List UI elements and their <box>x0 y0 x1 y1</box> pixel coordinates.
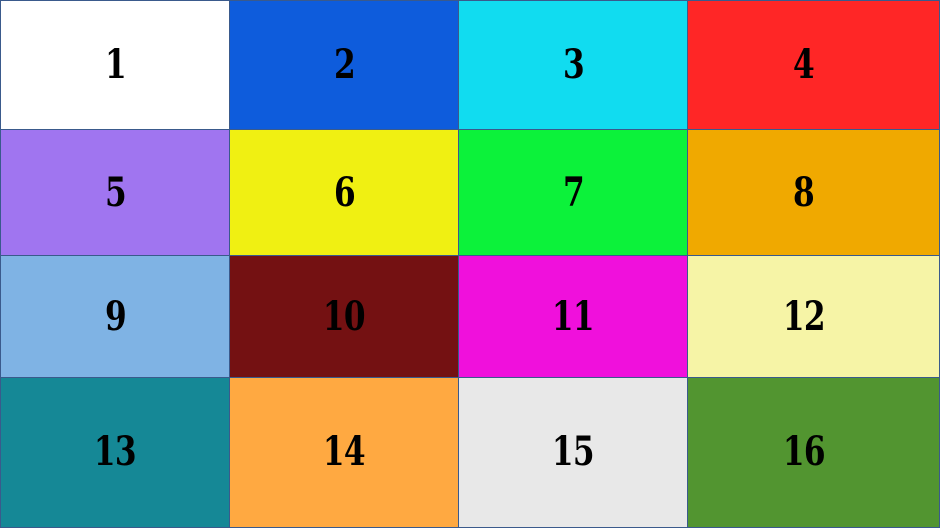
tile-8[interactable]: 8 <box>687 129 940 256</box>
tile-10-number: 10 <box>323 293 366 340</box>
tile-9-number: 9 <box>104 293 127 340</box>
tile-grid: 1 2 3 4 5 6 7 8 9 10 11 12 13 14 15 16 <box>0 0 940 528</box>
tile-5[interactable]: 5 <box>0 129 230 256</box>
tile-9[interactable]: 9 <box>0 255 230 378</box>
tile-8-number: 8 <box>793 169 815 216</box>
tile-7[interactable]: 7 <box>458 129 688 256</box>
tile-6-number: 6 <box>333 169 356 216</box>
tile-3-number: 3 <box>562 40 585 88</box>
tile-11[interactable]: 11 <box>458 255 688 378</box>
tile-1[interactable]: 1 <box>0 0 230 130</box>
tile-11-number: 11 <box>552 293 595 340</box>
tile-12-number: 12 <box>782 293 826 340</box>
tile-15-number: 15 <box>552 428 595 475</box>
tile-13[interactable]: 13 <box>0 377 230 528</box>
tile-2-number: 2 <box>333 40 356 88</box>
tile-3[interactable]: 3 <box>458 0 688 130</box>
tile-5-number: 5 <box>104 169 127 216</box>
tile-7-number: 7 <box>562 169 585 216</box>
tile-2[interactable]: 2 <box>229 0 459 130</box>
tile-13-number: 13 <box>94 428 137 475</box>
tile-16[interactable]: 16 <box>687 377 940 528</box>
tile-14-number: 14 <box>323 428 366 475</box>
tile-6[interactable]: 6 <box>229 129 459 256</box>
tile-14[interactable]: 14 <box>229 377 459 528</box>
tile-12[interactable]: 12 <box>687 255 940 378</box>
tile-10[interactable]: 10 <box>229 255 459 378</box>
tile-16-number: 16 <box>782 428 826 475</box>
tile-4[interactable]: 4 <box>687 0 940 130</box>
tile-1-number: 1 <box>104 40 127 88</box>
tile-4-number: 4 <box>793 40 815 88</box>
tile-15[interactable]: 15 <box>458 377 688 528</box>
